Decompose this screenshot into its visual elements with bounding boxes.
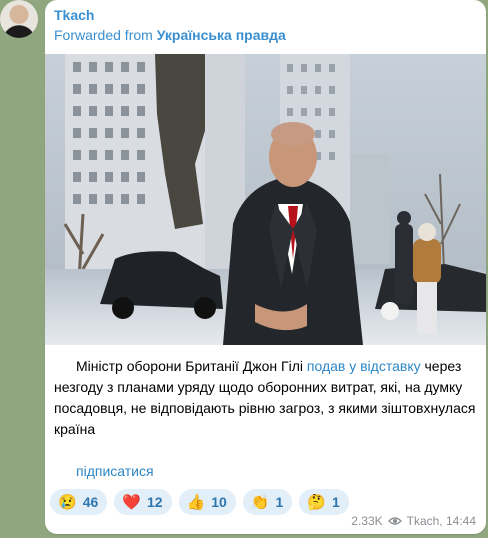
reaction-count: 46 [82,494,99,510]
reaction-thinking[interactable]: 🤔 1 [299,489,349,515]
sender-name[interactable]: Tkach [54,7,94,23]
message-link[interactable]: подав у відставку [307,358,421,374]
signature-time: Tkach, 14:44 [406,514,476,528]
message-bubble: Tkach Forwarded from Українська правда М… [45,0,486,534]
cry-emoji-icon: 😢 [58,493,77,511]
reaction-thumbs-up[interactable]: 👍 10 [178,489,236,515]
reaction-cry[interactable]: 😢 46 [50,489,108,515]
view-count: 2.33K [351,514,383,528]
reaction-count: 1 [275,494,284,510]
reactions-bar: 😢 46 ❤️ 12 👍 10 👏 1 🤔 1 [50,489,349,515]
forwarded-channel[interactable]: Українська правда [157,27,286,43]
reaction-heart[interactable]: ❤️ 12 [114,489,172,515]
heart-emoji-icon: ❤️ [122,493,141,511]
message-text-part1: Міністр оборони Британії Джон Гілі [76,358,307,374]
message-text: Міністр оборони Британії Джон Гілі подав… [54,356,479,440]
message-photo[interactable] [45,54,486,345]
reaction-clap[interactable]: 👏 1 [242,489,293,515]
reaction-count: 12 [146,494,163,510]
avatar[interactable] [0,0,38,38]
subscribe-link[interactable]: підписатися [76,463,154,479]
reaction-count: 1 [331,494,340,510]
eye-icon [387,517,402,525]
thumbs-up-emoji-icon: 👍 [186,493,206,511]
message-meta: 2.33K Tkach, 14:44 [351,514,476,528]
clap-emoji-icon: 👏 [250,493,270,511]
forwarded-prefix: Forwarded from [54,27,153,43]
thinking-emoji-icon: 🤔 [307,493,326,511]
reaction-count: 10 [211,494,227,510]
forwarded-header[interactable]: Forwarded from Українська правда [54,27,286,43]
